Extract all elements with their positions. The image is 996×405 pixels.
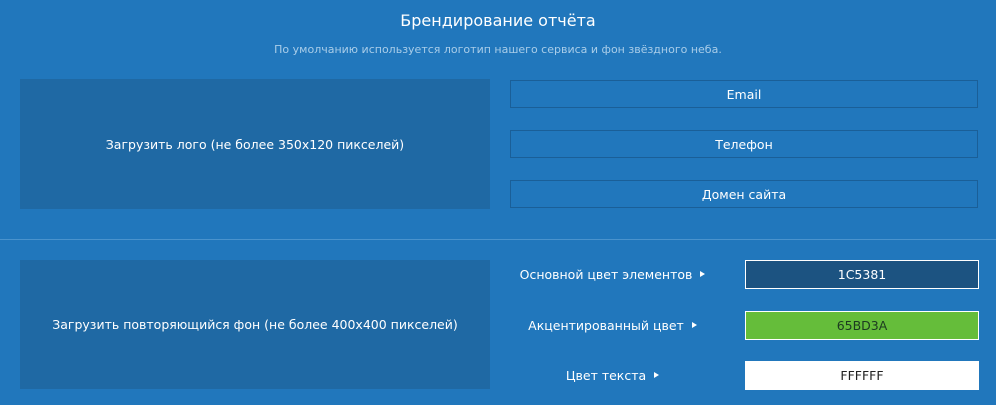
section-divider: [0, 239, 996, 240]
upload-background-button[interactable]: Загрузить повторяющийся фон (не более 40…: [20, 260, 490, 389]
upload-background-label: Загрузить повторяющийся фон (не более 40…: [52, 317, 458, 332]
page-subtitle: По умолчанию используется логотип нашего…: [274, 43, 722, 56]
phone-field[interactable]: [510, 130, 978, 158]
primary-color-input[interactable]: [745, 260, 979, 289]
accent-color-label[interactable]: Акцентированный цвет: [500, 311, 725, 339]
domain-field[interactable]: [510, 180, 978, 208]
upload-logo-button[interactable]: Загрузить лого (не более 350x120 пикселе…: [20, 79, 490, 209]
email-field[interactable]: [510, 80, 978, 108]
triangle-right-icon: [654, 372, 660, 378]
accent-color-label-text: Акцентированный цвет: [528, 317, 684, 333]
branding-page: Брендирование отчёта По умолчанию исполь…: [0, 0, 996, 405]
triangle-right-icon: [691, 322, 697, 328]
text-color-input[interactable]: [745, 361, 979, 390]
page-title: Брендирование отчёта: [400, 11, 596, 30]
accent-color-input[interactable]: [745, 311, 979, 340]
text-color-label[interactable]: Цвет текста: [500, 361, 725, 389]
triangle-right-icon: [700, 271, 706, 277]
text-color-label-text: Цвет текста: [565, 367, 647, 383]
primary-color-label-text: Основной цвет элементов: [519, 266, 693, 282]
upload-logo-label: Загрузить лого (не более 350x120 пикселе…: [105, 136, 405, 152]
primary-color-label[interactable]: Основной цвет элементов: [500, 260, 725, 288]
